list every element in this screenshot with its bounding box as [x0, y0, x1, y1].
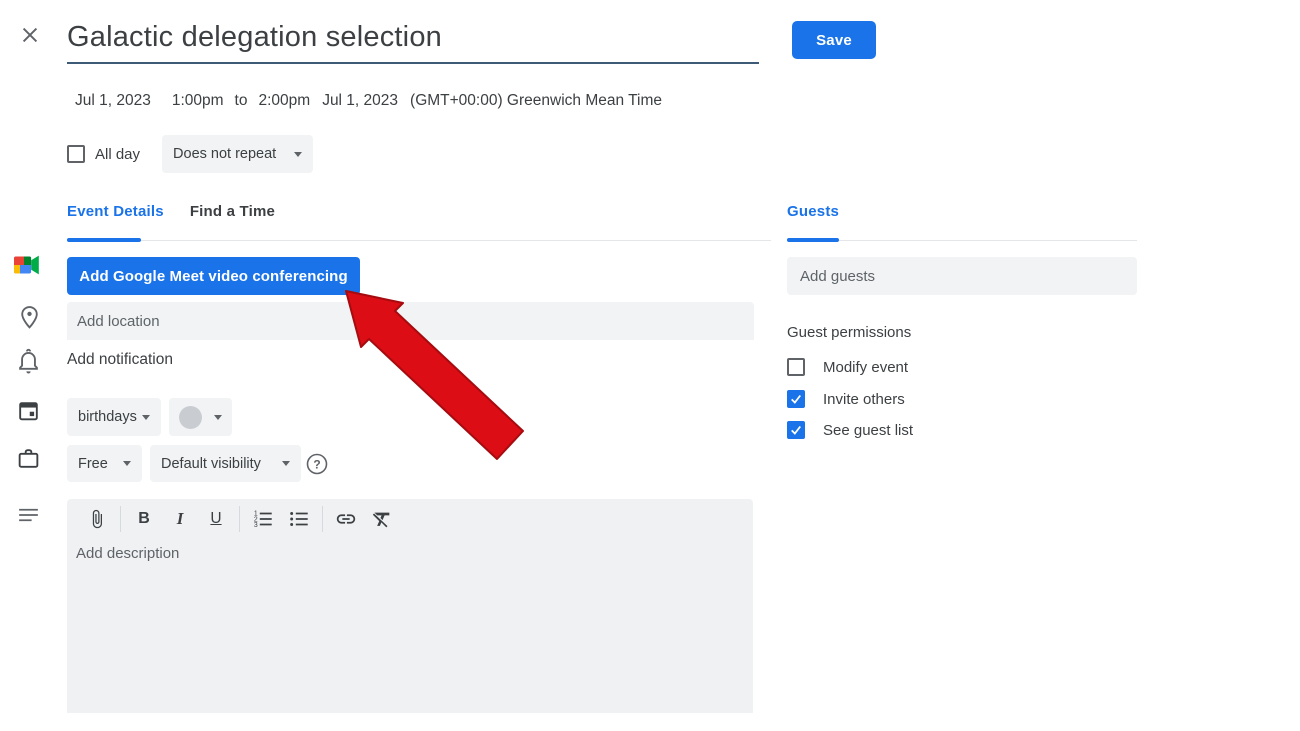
numbered-list-icon[interactable]: 1 2 3 [251, 507, 275, 531]
tab-guests[interactable]: Guests [787, 203, 839, 220]
attachment-icon[interactable] [85, 507, 109, 531]
toolbar-separator [120, 506, 121, 532]
end-date-field[interactable]: Jul 1, 2023 [322, 92, 398, 110]
insert-link-icon[interactable] [334, 507, 358, 531]
event-title-input[interactable]: Galactic delegation selection [67, 12, 759, 64]
calendar-select-value: birthdays [78, 409, 137, 425]
chevron-down-icon [214, 415, 222, 420]
permission-label: Invite others [823, 391, 905, 408]
add-notification-button[interactable]: Add notification [67, 351, 173, 369]
location-placeholder: Add location [77, 313, 160, 330]
underline-icon[interactable]: U [204, 507, 228, 531]
check-icon [789, 392, 803, 406]
chevron-down-icon [123, 461, 131, 466]
chevron-down-icon [282, 461, 290, 466]
permission-label: Modify event [823, 359, 908, 376]
visibility-value: Default visibility [161, 456, 261, 472]
save-button[interactable]: Save [792, 21, 876, 59]
visibility-select[interactable]: Default visibility [150, 445, 301, 482]
notification-bell-icon [16, 348, 41, 375]
description-toolbar: B I U 1 2 3 [79, 505, 400, 533]
permission-label: See guest list [823, 422, 913, 439]
timezone-field[interactable]: (GMT+00:00) Greenwich Mean Time [410, 92, 662, 110]
tab-event-details[interactable]: Event Details [67, 203, 164, 220]
add-guests-input[interactable]: Add guests [787, 257, 1137, 295]
calendar-select[interactable]: birthdays [67, 398, 161, 436]
start-time-field[interactable]: 1:00pm [172, 92, 224, 110]
end-time-field[interactable]: 2:00pm [258, 92, 310, 110]
busy-free-select[interactable]: Free [67, 445, 142, 482]
repeat-select[interactable]: Does not repeat [162, 135, 313, 173]
right-tabs: Guests [787, 203, 839, 220]
to-label: to [235, 92, 248, 110]
add-guests-placeholder: Add guests [800, 268, 875, 285]
close-button[interactable] [16, 21, 44, 49]
see-guest-list-checkbox[interactable] [787, 421, 805, 439]
datetime-row: Jul 1, 2023 1:00pm to 2:00pm Jul 1, 2023… [75, 90, 662, 112]
all-day-checkbox[interactable] [67, 145, 85, 163]
active-tab-underline [67, 238, 141, 242]
chevron-down-icon [142, 415, 150, 420]
help-icon[interactable]: ? [306, 453, 328, 475]
description-icon [16, 505, 41, 525]
toolbar-separator [239, 506, 240, 532]
italic-icon[interactable]: I [168, 507, 192, 531]
guests-tab-underline [787, 238, 839, 242]
tabs-divider-right [787, 240, 1137, 241]
repeat-value: Does not repeat [173, 146, 276, 162]
permission-row-see-guest-list: See guest list [787, 419, 913, 441]
permission-row-invite-others: Invite others [787, 388, 905, 410]
all-day-label: All day [95, 146, 140, 163]
allday-row: All day Does not repeat [67, 135, 313, 173]
left-tabs: Event Details Find a Time [67, 203, 275, 220]
calendar-icon [16, 398, 41, 424]
event-title-text: Galactic delegation selection [67, 21, 442, 54]
location-input[interactable]: Add location [67, 302, 754, 340]
briefcase-icon [16, 446, 41, 471]
permission-row-modify-event: Modify event [787, 356, 908, 378]
bold-icon[interactable]: B [132, 507, 156, 531]
guest-permissions-title: Guest permissions [787, 324, 911, 341]
google-meet-icon [13, 253, 40, 277]
tabs-divider-left [67, 240, 771, 241]
svg-text:3: 3 [254, 522, 258, 529]
tab-find-a-time[interactable]: Find a Time [190, 203, 275, 220]
chevron-down-icon [294, 152, 302, 157]
remove-formatting-icon[interactable] [370, 507, 394, 531]
check-icon [789, 423, 803, 437]
location-pin-icon [17, 302, 42, 332]
svg-text:?: ? [313, 457, 320, 471]
invite-others-checkbox[interactable] [787, 390, 805, 408]
busy-free-value: Free [78, 456, 108, 472]
bulleted-list-icon[interactable] [287, 507, 311, 531]
modify-event-checkbox[interactable] [787, 358, 805, 376]
color-swatch [179, 406, 202, 429]
start-date-field[interactable]: Jul 1, 2023 [75, 92, 151, 110]
event-color-select[interactable] [169, 398, 232, 436]
description-area[interactable]: B I U 1 2 3 [67, 499, 753, 713]
description-placeholder: Add description [76, 545, 179, 562]
event-editor-window: Galactic delegation selection Save Jul 1… [0, 0, 1300, 731]
close-icon [19, 24, 41, 46]
toolbar-separator [322, 506, 323, 532]
add-google-meet-button[interactable]: Add Google Meet video conferencing [67, 257, 360, 295]
